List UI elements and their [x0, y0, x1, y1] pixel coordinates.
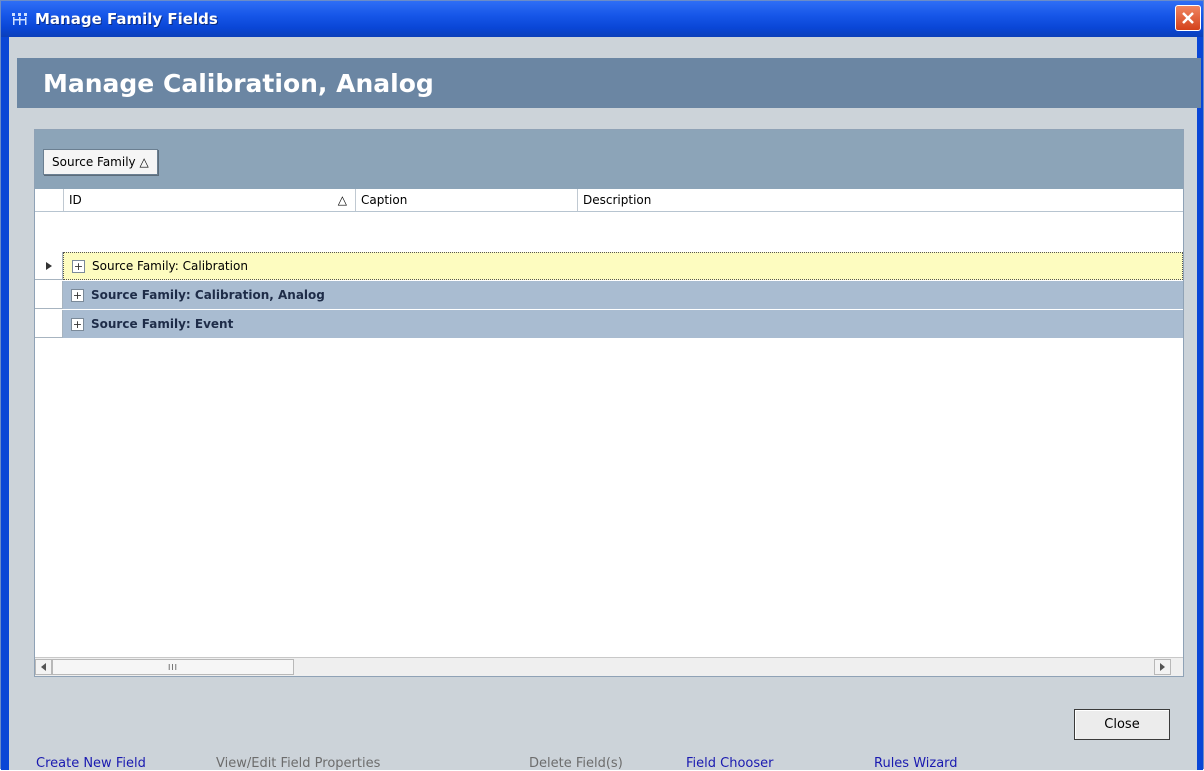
column-header-caption[interactable]: Caption	[355, 189, 577, 211]
column-header-id-label: ID	[69, 193, 82, 207]
title-bar: Manage Family Fields	[1, 1, 1203, 37]
page-title: Manage Calibration, Analog	[43, 68, 434, 98]
close-button[interactable]: Close	[1074, 709, 1170, 740]
group-chip-source-family[interactable]: Source Family △	[43, 149, 158, 175]
group-cell[interactable]: + Source Family: Calibration, Analog	[63, 281, 1183, 309]
column-header-description[interactable]: Description	[577, 189, 1183, 211]
column-header-row: ID △ Caption Description	[35, 189, 1183, 212]
expand-icon[interactable]: +	[72, 259, 85, 273]
scroll-left-button[interactable]	[35, 659, 52, 675]
group-row-calibration-analog[interactable]: + Source Family: Calibration, Analog	[35, 281, 1183, 309]
close-icon	[1182, 12, 1194, 24]
arrow-left-icon	[41, 663, 46, 671]
group-row-label: Source Family: Calibration, Analog	[91, 288, 325, 302]
group-by-panel: Source Family △	[35, 130, 1183, 189]
group-row-label: Source Family: Event	[91, 317, 234, 331]
column-header-id[interactable]: ID △	[63, 189, 355, 211]
expand-icon[interactable]: +	[71, 288, 84, 302]
column-header-description-label: Description	[583, 193, 652, 207]
column-header-caption-label: Caption	[361, 193, 408, 207]
horizontal-scrollbar[interactable]: III	[35, 657, 1183, 676]
arrow-right-icon	[1160, 663, 1165, 671]
group-row-event[interactable]: + Source Family: Event	[35, 310, 1183, 338]
manage-family-fields-window: Manage Family Fields Manage Calibration,…	[0, 0, 1204, 771]
scroll-thumb[interactable]: III	[52, 659, 294, 675]
group-row-label: Source Family: Calibration	[92, 259, 248, 273]
group-cell[interactable]: + Source Family: Event	[63, 310, 1183, 338]
group-cell[interactable]: + Source Family: Calibration	[63, 252, 1183, 280]
row-indicator[interactable]	[35, 252, 63, 280]
app-icon	[9, 8, 31, 30]
window-border-left	[1, 37, 9, 770]
row-indicator[interactable]	[35, 310, 63, 338]
sort-ascending-icon: △	[337, 193, 347, 207]
expand-icon[interactable]: +	[71, 317, 84, 331]
group-row-calibration[interactable]: + Source Family: Calibration	[35, 252, 1183, 280]
scroll-track[interactable]	[294, 659, 1148, 675]
row-indicator[interactable]	[35, 281, 63, 309]
close-window-button[interactable]	[1175, 5, 1201, 31]
current-row-arrow-icon	[45, 261, 52, 270]
scroll-right-button[interactable]	[1154, 659, 1171, 675]
page-header: Manage Calibration, Analog	[17, 58, 1201, 108]
fields-grid: Source Family △ ID △ Caption Description	[34, 129, 1184, 677]
window-title: Manage Family Fields	[35, 10, 218, 28]
dialog-content: Manage Calibration, Analog Source Family…	[9, 37, 1201, 771]
